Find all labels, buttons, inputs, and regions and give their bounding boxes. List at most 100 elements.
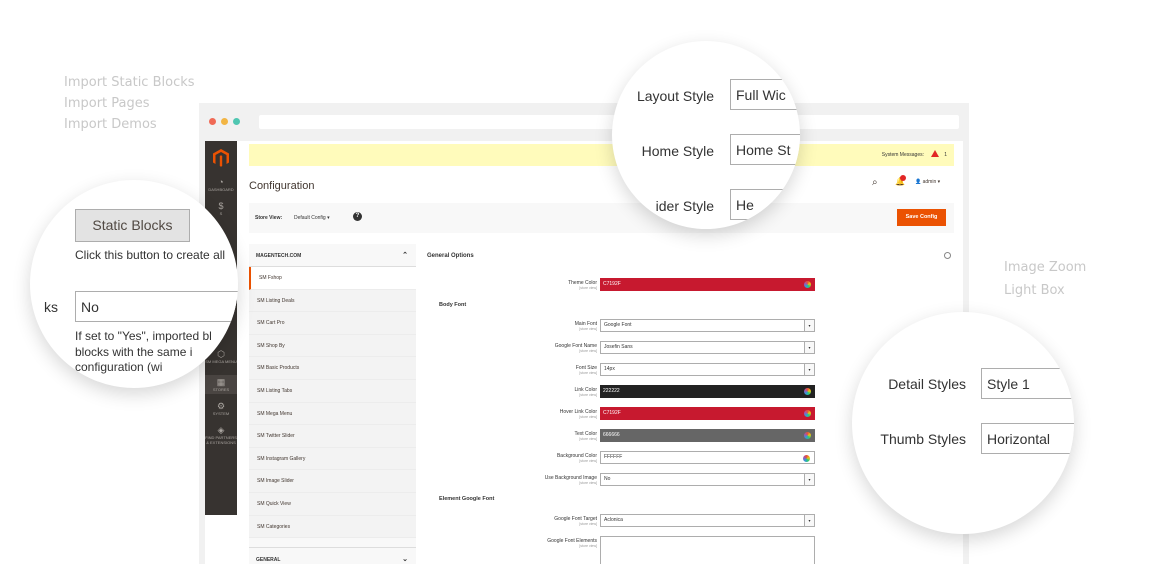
address-bar[interactable] [259, 115, 959, 129]
scope-label: [store view] [579, 371, 597, 375]
header-style-select[interactable]: He [730, 189, 800, 220]
home-style-select[interactable]: Home St [730, 134, 800, 165]
scope-label: [store view] [579, 481, 597, 485]
tab-sm-categories[interactable]: SM Categories [249, 515, 416, 539]
google-font-name-select[interactable]: Josefin Sans ▾ [600, 341, 815, 354]
color-wheel-icon[interactable] [804, 432, 811, 439]
link-color-input[interactable]: 222222 [600, 385, 815, 398]
store-view-select[interactable]: Default Config ▾ [294, 215, 330, 221]
scope-label: [store view] [579, 544, 597, 548]
nav-partners-label: FIND PARTNERS & EXTENSIONS [205, 435, 237, 445]
font-size-value: 14px [604, 366, 615, 372]
layout-style-label: Layout Style [636, 88, 714, 104]
tab-sm-twitter-slider[interactable]: SM Twitter Slider [249, 425, 416, 448]
theme-color-input[interactable]: C7192F [600, 278, 815, 291]
google-font-target-value: Aclonica [604, 517, 623, 523]
save-config-button[interactable]: Save Config [897, 209, 946, 226]
gear-icon: ⚙ [216, 401, 226, 411]
background-color-input[interactable]: FFFFFF [600, 451, 815, 464]
color-wheel-icon[interactable] [804, 410, 811, 417]
nav-dashboard-label: DASHBOARD [208, 187, 234, 192]
nav-dashboard[interactable]: ◔ DASHBOARD [205, 177, 237, 192]
tab-group-general[interactable]: GENERAL ⌄ [249, 547, 416, 564]
help-icon[interactable]: ? [353, 212, 362, 221]
layout-style-select[interactable]: Full Wic [730, 79, 800, 110]
speedometer-icon: ◔ [218, 177, 224, 187]
nav-system[interactable]: ⚙ SYSTEM [205, 401, 237, 416]
overwrite-help-line-3: configuration (wi [75, 360, 163, 374]
scope-label: [store view] [579, 415, 597, 419]
browser-window: ◔ DASHBOARD $ S ⬡ SM MEGA MENU ▦ STORES … [199, 103, 969, 564]
main-font-select[interactable]: Google Font ▾ [600, 319, 815, 332]
font-size-select[interactable]: 14px ▾ [600, 363, 815, 376]
overwrite-blocks-select[interactable]: No [75, 291, 238, 322]
overwrite-help-line-2: blocks with the same i [75, 345, 193, 359]
detail-styles-select[interactable]: Style 1 [981, 368, 1074, 399]
tab-sm-fshop[interactable]: SM Fshop [249, 267, 416, 290]
scope-label: [store view] [579, 437, 597, 441]
link-color-value: 222222 [603, 388, 620, 394]
system-messages-label[interactable]: System Messages: [882, 152, 924, 158]
nav-sales-label: S [219, 211, 223, 216]
nav-partners[interactable]: ◈ FIND PARTNERS & EXTENSIONS [205, 425, 237, 445]
static-blocks-button[interactable]: Static Blocks [75, 209, 190, 242]
tab-sm-listing-deals[interactable]: SM Listing Deals [249, 289, 416, 313]
use-background-image-select[interactable]: No ▾ [600, 473, 815, 486]
thumb-styles-select[interactable]: Horizontal [981, 423, 1074, 454]
google-font-target-select[interactable]: Aclonica ▾ [600, 514, 815, 527]
theme-color-row: Theme Color [store view] C7192F [427, 278, 957, 292]
google-font-elements-row: Google Font Elements [store view] [427, 536, 957, 564]
feature-import-static-blocks: Import Static Blocks [64, 75, 195, 90]
text-color-input[interactable]: 666666 [600, 429, 815, 442]
google-font-target-row: Google Font Target [store view] Aclonica… [427, 514, 957, 528]
color-wheel-icon[interactable] [804, 388, 811, 395]
close-dot[interactable] [209, 118, 216, 125]
dropdown-arrow-icon: ▾ [804, 342, 814, 353]
scope-label: [store view] [579, 522, 597, 526]
tab-sm-instagram-gallery[interactable]: SM Instagram Gallery [249, 447, 416, 471]
product-features-list: Image Zoom Light Box [1004, 256, 1086, 302]
nav-stores-label: STORES [212, 387, 230, 392]
overwrite-help-line-1: If set to "Yes", imported bl [75, 329, 212, 343]
color-wheel-icon[interactable] [804, 281, 811, 288]
maximize-dot[interactable] [233, 118, 240, 125]
hover-link-color-value: C7192F [603, 410, 621, 416]
nav-system-label: SYSTEM [212, 411, 230, 416]
hover-link-color-input[interactable]: C7192F [600, 407, 815, 420]
search-icon[interactable]: ⌕ [872, 177, 878, 188]
tab-sm-listing-tabs[interactable]: SM Listing Tabs [249, 379, 416, 403]
tab-sm-cart-pro[interactable]: SM Cart Pro [249, 312, 416, 335]
scope-label: [store view] [579, 286, 597, 290]
thumb-styles-label: Thumb Styles [880, 431, 966, 447]
element-google-font-heading: Element Google Font [439, 496, 495, 502]
collapse-toggle-icon[interactable] [944, 252, 951, 259]
static-blocks-note: Click this button to create all [75, 248, 226, 262]
google-font-elements-textarea[interactable] [600, 536, 815, 564]
admin-app: ◔ DASHBOARD $ S ⬡ SM MEGA MENU ▦ STORES … [205, 141, 963, 564]
notification-bell-icon[interactable]: 🔔 [895, 175, 906, 186]
background-color-value: FFFFFF [604, 454, 623, 460]
zoom-callout-product-styles: Detail Styles Style 1 Thumb Styles Horiz… [852, 312, 1074, 534]
feature-light-box: Light Box [1004, 283, 1065, 298]
tab-sm-mega-menu[interactable]: SM Mega Menu [249, 402, 416, 426]
system-messages-bar: System Messages: 1 [249, 144, 954, 166]
color-wheel-icon[interactable] [803, 455, 810, 462]
scope-label: [store view] [579, 349, 597, 353]
tab-sm-basic-products[interactable]: SM Basic Products [249, 357, 416, 380]
scope-label: [store view] [579, 327, 597, 331]
main-font-value: Google Font [604, 322, 632, 328]
section-title[interactable]: General Options [427, 253, 474, 259]
text-color-value: 666666 [603, 432, 620, 438]
tab-group-magentech-label: MAGENTECH.COM [256, 253, 302, 259]
tab-sm-quick-view[interactable]: SM Quick View [249, 492, 416, 516]
minimize-dot[interactable] [221, 118, 228, 125]
nav-stores[interactable]: ▦ STORES [205, 375, 237, 394]
tab-group-magentech[interactable]: MAGENTECH.COM ⌃ [249, 244, 416, 267]
chevron-down-icon: ⌄ [402, 556, 408, 563]
tab-sm-image-slider[interactable]: SM Image Slider [249, 470, 416, 493]
config-tabs: MAGENTECH.COM ⌃ SM Fshop SM Listing Deal… [249, 244, 416, 564]
magento-logo-icon[interactable] [211, 148, 231, 168]
admin-user-menu[interactable]: 👤 admin ▾ [915, 179, 940, 185]
dropdown-arrow-icon: ▾ [804, 364, 814, 375]
tab-sm-shop-by[interactable]: SM Shop By [249, 334, 416, 358]
